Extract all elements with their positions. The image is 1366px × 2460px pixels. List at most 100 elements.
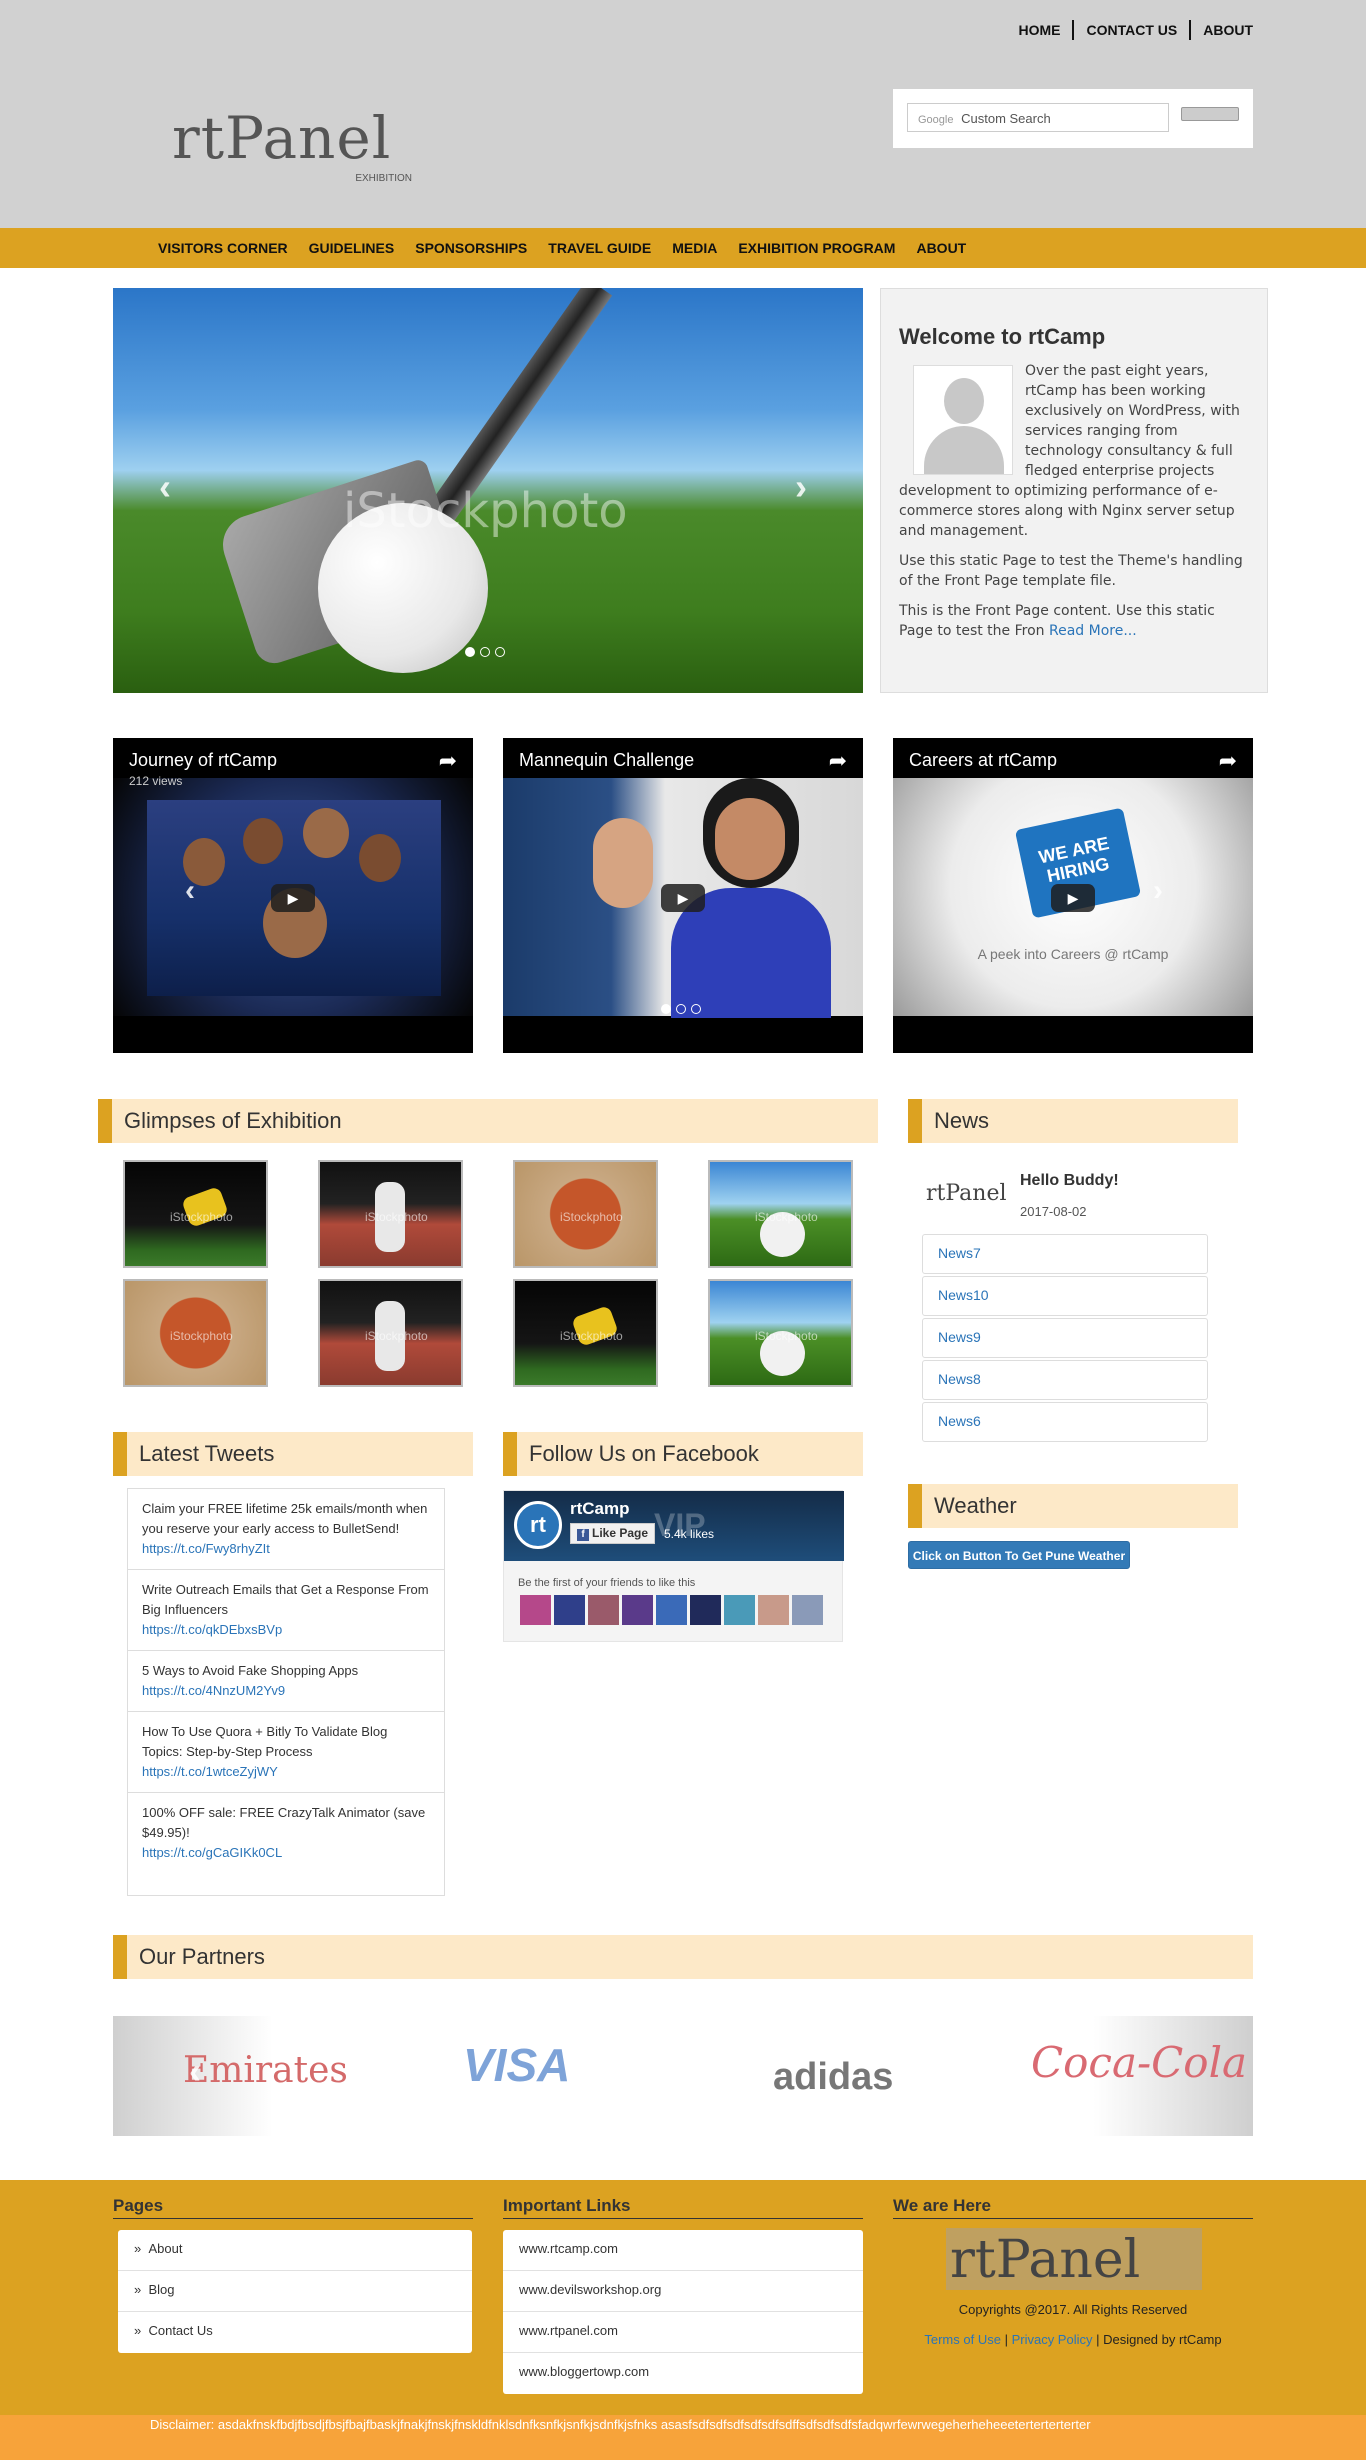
search-button[interactable]	[1181, 107, 1239, 121]
nav-guidelines[interactable]: GUIDELINES	[309, 240, 395, 256]
tweet-link[interactable]: https://t.co/Fwy8rhyZIt	[142, 1539, 430, 1559]
slider-dots[interactable]	[465, 647, 505, 657]
footer-link-bloggertowp[interactable]: www.bloggertowp.com	[503, 2353, 863, 2394]
search-box: Google Custom Search	[893, 89, 1253, 148]
slider-next-icon[interactable]: ›	[795, 466, 807, 508]
slider-dot[interactable]	[480, 647, 490, 657]
play-icon[interactable]: ▶	[1051, 884, 1095, 912]
news-item[interactable]: News10	[922, 1276, 1208, 1316]
gallery-thumb[interactable]: iStockphoto	[318, 1160, 463, 1268]
designed-by: | Designed by rtCamp	[1096, 2332, 1222, 2347]
partner-adidas-logo[interactable]: adidas	[773, 2056, 893, 2099]
news-item[interactable]: News8	[922, 1360, 1208, 1400]
terms-link[interactable]: Terms of Use	[924, 2332, 1001, 2347]
gallery-thumb[interactable]: iStockphoto	[708, 1160, 853, 1268]
nav-travel-guide[interactable]: TRAVEL GUIDE	[548, 240, 651, 256]
topnav-about-link[interactable]: ABOUT	[1191, 20, 1253, 40]
gallery-thumb[interactable]: iStockphoto	[513, 1160, 658, 1268]
friend-avatar[interactable]	[656, 1595, 687, 1625]
avatar-placeholder-icon	[913, 365, 1013, 475]
footer-link-blog[interactable]: » Blog	[118, 2271, 472, 2312]
play-icon[interactable]: ▶	[271, 884, 315, 912]
news-item[interactable]: News9	[922, 1318, 1208, 1358]
friend-avatar[interactable]	[758, 1595, 789, 1625]
search-placeholder: Custom Search	[961, 111, 1051, 126]
tweets-list: Claim your FREE lifetime 25k emails/mont…	[127, 1488, 445, 1896]
search-input[interactable]: Google Custom Search	[907, 103, 1169, 132]
partners-prev-icon[interactable]: ‹	[189, 2050, 201, 2092]
friend-avatar[interactable]	[724, 1595, 755, 1625]
hero-slider[interactable]: iStockphoto ‹ ›	[113, 288, 863, 693]
friend-avatar[interactable]	[622, 1595, 653, 1625]
play-icon[interactable]: ▶	[661, 884, 705, 912]
video-title: Journey of rtCamp	[129, 750, 278, 770]
slider-dot[interactable]	[676, 1004, 686, 1014]
slider-dot[interactable]	[465, 647, 475, 657]
video-caption: A peek into Careers @ rtCamp	[977, 946, 1169, 962]
welcome-title: Welcome to rtCamp	[899, 324, 1106, 349]
facebook-page-name[interactable]: rtCamp	[570, 1499, 630, 1519]
friend-avatar[interactable]	[554, 1595, 585, 1625]
gallery-thumb[interactable]: iStockphoto	[513, 1279, 658, 1387]
slider-dot[interactable]	[495, 647, 505, 657]
slider-dot[interactable]	[691, 1004, 701, 1014]
site-logo[interactable]: rtPanel EXHIBITION	[172, 108, 422, 188]
news-item[interactable]: News6	[922, 1402, 1208, 1442]
video-slider-dots[interactable]	[661, 1004, 701, 1014]
footer-link-rtcamp[interactable]: www.rtcamp.com	[503, 2230, 863, 2271]
video-prev-icon[interactable]: ‹	[185, 874, 195, 908]
facebook-icon: f	[577, 1529, 589, 1541]
partner-cocacola-logo[interactable]: Coca-Cola	[1031, 2038, 1247, 2087]
video-card-mannequin[interactable]: Mannequin Challenge ➦ ▶	[503, 738, 863, 1053]
share-icon[interactable]: ➦	[439, 748, 457, 774]
gallery-thumb[interactable]: iStockphoto	[708, 1279, 853, 1387]
share-icon[interactable]: ➦	[1219, 748, 1237, 774]
partner-emirates-logo[interactable]: Emirates	[183, 2050, 348, 2091]
video-card-journey[interactable]: Journey of rtCamp 212 views ➦ ▶ ‹	[113, 738, 473, 1053]
footer-link-devilsworkshop[interactable]: www.devilsworkshop.org	[503, 2271, 863, 2312]
footer-links-list: www.rtcamp.com www.devilsworkshop.org ww…	[503, 2230, 863, 2394]
nav-sponsorships[interactable]: SPONSORSHIPS	[415, 240, 527, 256]
like-page-button[interactable]: f Like Page	[570, 1523, 656, 1544]
nav-visitors-corner[interactable]: VISITORS CORNER	[158, 240, 288, 256]
friend-avatar[interactable]	[690, 1595, 721, 1625]
nav-about[interactable]: ABOUT	[916, 240, 966, 256]
read-more-link[interactable]: Read More...	[1049, 623, 1137, 639]
facebook-title: Follow Us on Facebook	[503, 1432, 863, 1476]
news-item[interactable]: News7	[922, 1234, 1208, 1274]
footer-pages-title: Pages	[113, 2196, 473, 2219]
tweet-link[interactable]: https://t.co/qkDEbxsBVp	[142, 1620, 430, 1640]
news-headline[interactable]: Hello Buddy!	[1020, 1172, 1119, 1190]
footer-logo[interactable]: rtPanel	[946, 2228, 1202, 2290]
footer-link-about[interactable]: » About	[118, 2230, 472, 2271]
friend-avatar[interactable]	[792, 1595, 823, 1625]
video-next-icon[interactable]: ›	[1153, 874, 1163, 908]
partner-visa-logo[interactable]: VISA	[463, 2038, 570, 2092]
tweet-link[interactable]: https://t.co/1wtceZyjWY	[142, 1762, 430, 1782]
topnav-contact-link[interactable]: CONTACT US	[1074, 20, 1192, 40]
partners-title: Our Partners	[113, 1935, 1253, 1979]
nav-exhibition-program[interactable]: EXHIBITION PROGRAM	[738, 240, 895, 256]
tweet-link[interactable]: https://t.co/4NnzUM2Yv9	[142, 1681, 430, 1701]
topnav-home-link[interactable]: HOME	[1006, 20, 1075, 40]
nav-media[interactable]: MEDIA	[672, 240, 717, 256]
slider-prev-icon[interactable]: ‹	[159, 466, 171, 508]
friend-avatar[interactable]	[520, 1595, 551, 1625]
partners-carousel[interactable]: Emirates VISA adidas Coca-Cola ‹	[113, 2016, 1253, 2136]
privacy-link[interactable]: Privacy Policy	[1012, 2332, 1093, 2347]
footer-link-rtpanel[interactable]: www.rtpanel.com	[503, 2312, 863, 2353]
gallery-thumb[interactable]: iStockphoto	[318, 1279, 463, 1387]
tweets-title: Latest Tweets	[113, 1432, 473, 1476]
share-icon[interactable]: ➦	[829, 748, 847, 774]
tweet-item: 100% OFF sale: FREE CrazyTalk Animator (…	[128, 1793, 444, 1873]
video-card-careers[interactable]: WE ARE HIRING A peek into Careers @ rtCa…	[893, 738, 1253, 1053]
facebook-banner[interactable]: VIP rt rtCamp f Like Page 5.4k likes	[504, 1491, 844, 1561]
slider-dot[interactable]	[661, 1004, 671, 1014]
gallery-thumb[interactable]: iStockphoto	[123, 1160, 268, 1268]
friend-avatars	[520, 1595, 823, 1625]
weather-button[interactable]: Click on Button To Get Pune Weather	[908, 1541, 1130, 1569]
gallery-thumb[interactable]: iStockphoto	[123, 1279, 268, 1387]
tweet-link[interactable]: https://t.co/gCaGIKk0CL	[142, 1843, 430, 1863]
footer-link-contact[interactable]: » Contact Us	[118, 2312, 472, 2353]
friend-avatar[interactable]	[588, 1595, 619, 1625]
